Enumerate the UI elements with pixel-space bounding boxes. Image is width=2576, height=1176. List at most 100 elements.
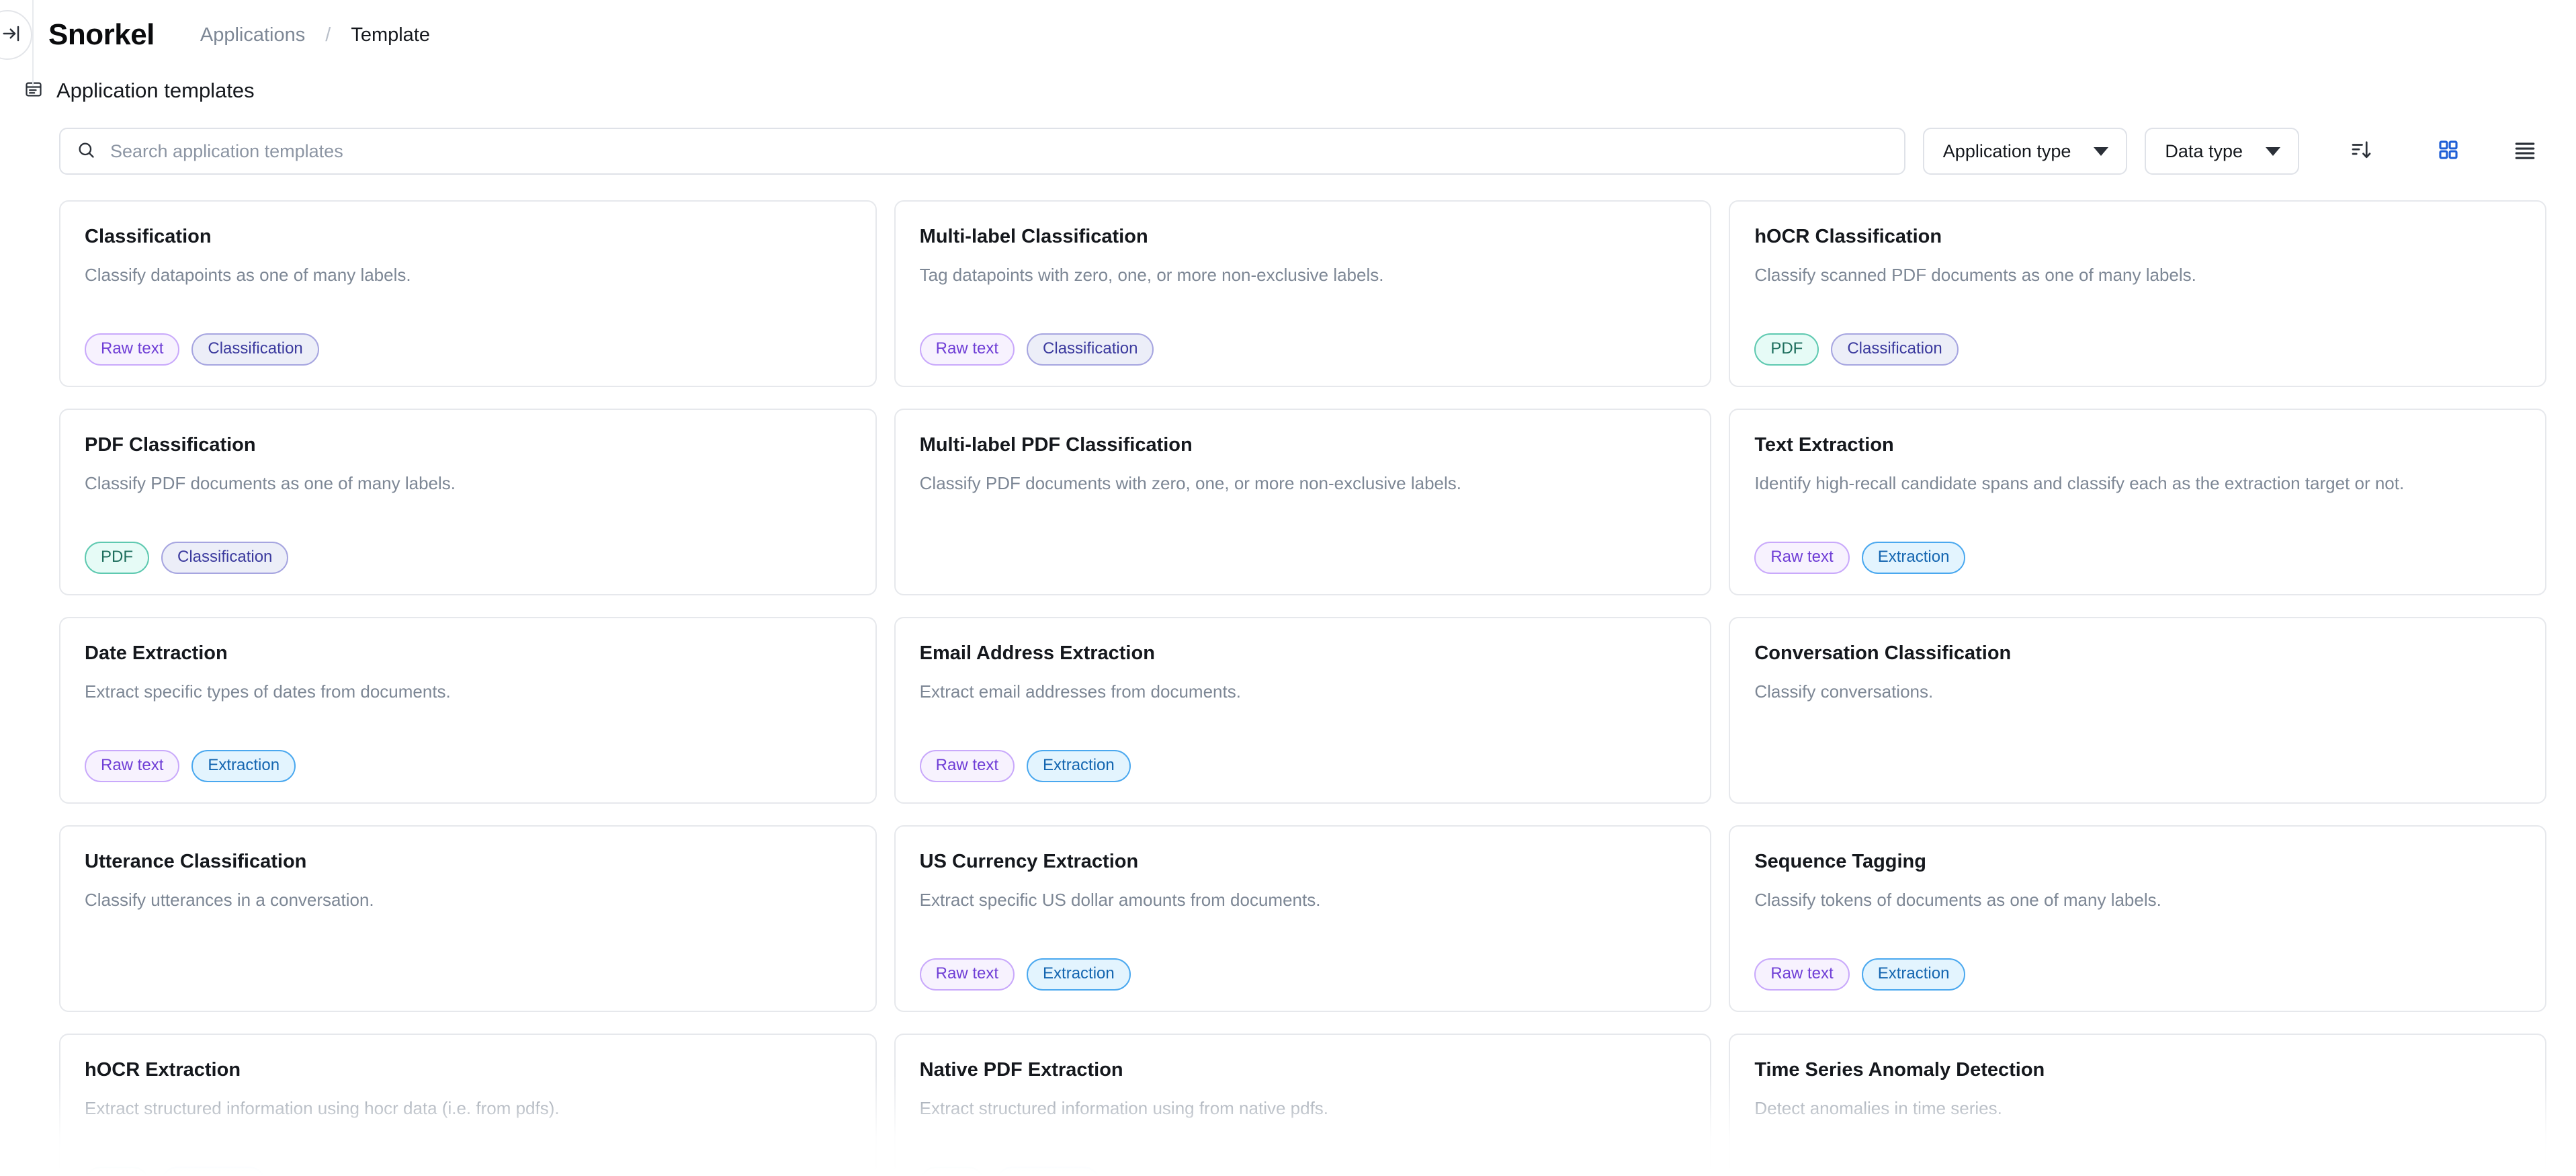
template-tag[interactable]: Extraction	[1027, 750, 1131, 782]
template-tag[interactable]: Raw text	[919, 750, 1015, 782]
template-card[interactable]: US Currency Extraction Extract specific U…	[894, 825, 1712, 1012]
template-tag[interactable]: PDF	[1754, 333, 1819, 366]
toolbar: Application type Data type	[59, 128, 2546, 175]
templates-grid: Classification Classify datapoints as one…	[59, 200, 2546, 1176]
list-view-button[interactable]	[2503, 130, 2546, 173]
template-card-tags: Raw text Extraction	[919, 958, 1686, 991]
template-card-title: Multi-label PDF Classification	[919, 434, 1193, 456]
template-tag[interactable]: Classification	[1831, 333, 1959, 366]
template-card[interactable]: Utterance Classification Classify utteran…	[59, 825, 877, 1012]
template-card-title: PDF Classification	[85, 434, 256, 456]
template-card-description: Identify high-recall candidate spans and…	[1754, 473, 2405, 493]
template-card-description: Extract specific US dollar amounts from …	[919, 890, 1321, 910]
template-tag[interactable]: PDF	[919, 1167, 984, 1176]
template-card[interactable]: PDF Classification Classify PDF documents…	[59, 409, 877, 595]
template-tag[interactable]: Raw text	[85, 333, 180, 366]
template-card-description: Classify conversations.	[1754, 681, 1934, 702]
template-card[interactable]: Date Extraction Extract specific types of…	[59, 617, 877, 804]
breadcrumb-separator: /	[325, 24, 331, 46]
grid-view-icon	[2437, 138, 2460, 165]
data-type-filter-label: Data type	[2165, 140, 2243, 161]
template-card[interactable]: Time Series Anomaly Detection Detect anom…	[1729, 1034, 2546, 1176]
template-card-title: Native PDF Extraction	[919, 1059, 1123, 1081]
template-card-description: Detect anomalies in time series.	[1754, 1098, 2002, 1118]
template-tag[interactable]: Classification	[161, 542, 289, 574]
list-panel-icon	[24, 80, 43, 102]
template-card-description: Extract structured information using hoc…	[85, 1098, 560, 1118]
template-card-title: Conversation Classification	[1754, 642, 2012, 664]
template-card-description: Extract email addresses from documents.	[919, 681, 1241, 702]
data-type-filter[interactable]: Data type	[2145, 128, 2299, 175]
breadcrumb: Applications / Template	[200, 24, 430, 46]
template-tag[interactable]: Raw text	[919, 958, 1015, 991]
template-card-tags: PDF Classification	[85, 542, 851, 574]
search-icon	[77, 140, 95, 163]
template-card[interactable]: hOCR Extraction Extract structured inform…	[59, 1034, 877, 1176]
page-title-row: Application templates	[0, 70, 2576, 112]
template-tag[interactable]: Extraction	[1861, 958, 1966, 991]
template-tag[interactable]: Raw text	[1754, 958, 1850, 991]
sort-button[interactable]	[2339, 130, 2382, 173]
template-tag[interactable]: Extraction	[161, 1167, 265, 1176]
chevron-down-icon	[2094, 146, 2109, 156]
template-card-title: US Currency Extraction	[919, 851, 1139, 872]
template-card-description: Extract structured information using fro…	[919, 1098, 1329, 1118]
template-card[interactable]: Text Extraction Identify high-recall cand…	[1729, 409, 2546, 595]
templates-panel: Application type Data type	[59, 128, 2546, 1176]
template-card-tags: PDF Classification	[1754, 333, 2521, 366]
chevron-down-icon	[2266, 146, 2280, 156]
template-card[interactable]: Multi-label PDF Classification Classify P…	[894, 409, 1712, 595]
breadcrumb-applications[interactable]: Applications	[200, 24, 305, 46]
template-card-title: Multi-label Classification	[919, 226, 1148, 247]
template-tag[interactable]: Raw text	[919, 333, 1015, 366]
template-card-description: Classify PDF documents as one of many la…	[85, 473, 456, 493]
application-type-filter-label: Application type	[1942, 140, 2071, 161]
template-tag[interactable]: Extraction	[1027, 958, 1131, 991]
template-tag[interactable]: PDF	[85, 542, 149, 574]
template-tag[interactable]: Extraction	[1861, 542, 1966, 574]
template-card-title: Time Series Anomaly Detection	[1754, 1059, 2045, 1081]
template-card[interactable]: Multi-label Classification Tag datapoints…	[894, 200, 1712, 387]
template-card[interactable]: Email Address Extraction Extract email ad…	[894, 617, 1712, 804]
template-card[interactable]: Sequence Tagging Classify tokens of docum…	[1729, 825, 2546, 1012]
template-card-tags: PDF Extraction	[85, 1167, 851, 1176]
template-card-description: Classify datapoints as one of many label…	[85, 265, 411, 285]
template-card-title: Classification	[85, 226, 212, 247]
template-card-title: Date Extraction	[85, 642, 228, 664]
template-card-description: Extract specific types of dates from doc…	[85, 681, 451, 702]
template-tag[interactable]: Extraction	[191, 750, 296, 782]
brand-logo[interactable]: Snorkel	[48, 18, 155, 52]
grid-view-button[interactable]	[2427, 130, 2470, 173]
template-tag[interactable]: Extraction	[996, 1167, 1101, 1176]
template-card-description: Classify utterances in a conversation.	[85, 890, 374, 910]
template-card-tags: Raw text Classification	[919, 333, 1686, 366]
sort-descending-icon	[2349, 138, 2373, 165]
template-card[interactable]: Native PDF Extraction Extract structured …	[894, 1034, 1712, 1176]
template-card-title: hOCR Classification	[1754, 226, 1942, 247]
sidebar-rule	[32, 0, 34, 86]
template-card[interactable]: Classification Classify datapoints as one…	[59, 200, 877, 387]
template-tag[interactable]: Classification	[191, 333, 319, 366]
template-card-tags: Raw text Extraction	[1754, 958, 2521, 991]
top-bar: Snorkel Applications / Template	[0, 0, 2576, 86]
search-box[interactable]	[59, 128, 1905, 175]
page-title: Application templates	[56, 79, 255, 102]
template-card-tags: Raw text Extraction	[919, 750, 1686, 782]
application-type-filter[interactable]: Application type	[1922, 128, 2128, 175]
template-card-tags: Raw text Classification	[85, 333, 851, 366]
template-card-description: Classify scanned PDF documents as one of…	[1754, 265, 2196, 285]
breadcrumb-template[interactable]: Template	[351, 24, 430, 46]
template-tag[interactable]: Raw text	[1754, 542, 1850, 574]
template-tag[interactable]: Raw text	[85, 750, 180, 782]
template-tag[interactable]: PDF	[85, 1167, 149, 1176]
template-card-tags: PDF Extraction	[919, 1167, 1686, 1176]
search-input[interactable]	[110, 140, 1888, 162]
collapse-sidebar-button[interactable]	[0, 10, 32, 60]
template-card-tags: Raw text Extraction	[1754, 542, 2521, 574]
template-card-title: Email Address Extraction	[919, 642, 1155, 664]
template-tag[interactable]: Classification	[1027, 333, 1154, 366]
template-card[interactable]: Conversation Classification Classify conv…	[1729, 617, 2546, 804]
template-card-title: Sequence Tagging	[1754, 851, 1926, 872]
template-card[interactable]: hOCR Classification Classify scanned PDF …	[1729, 200, 2546, 387]
template-card-tags: Raw text Extraction	[85, 750, 851, 782]
